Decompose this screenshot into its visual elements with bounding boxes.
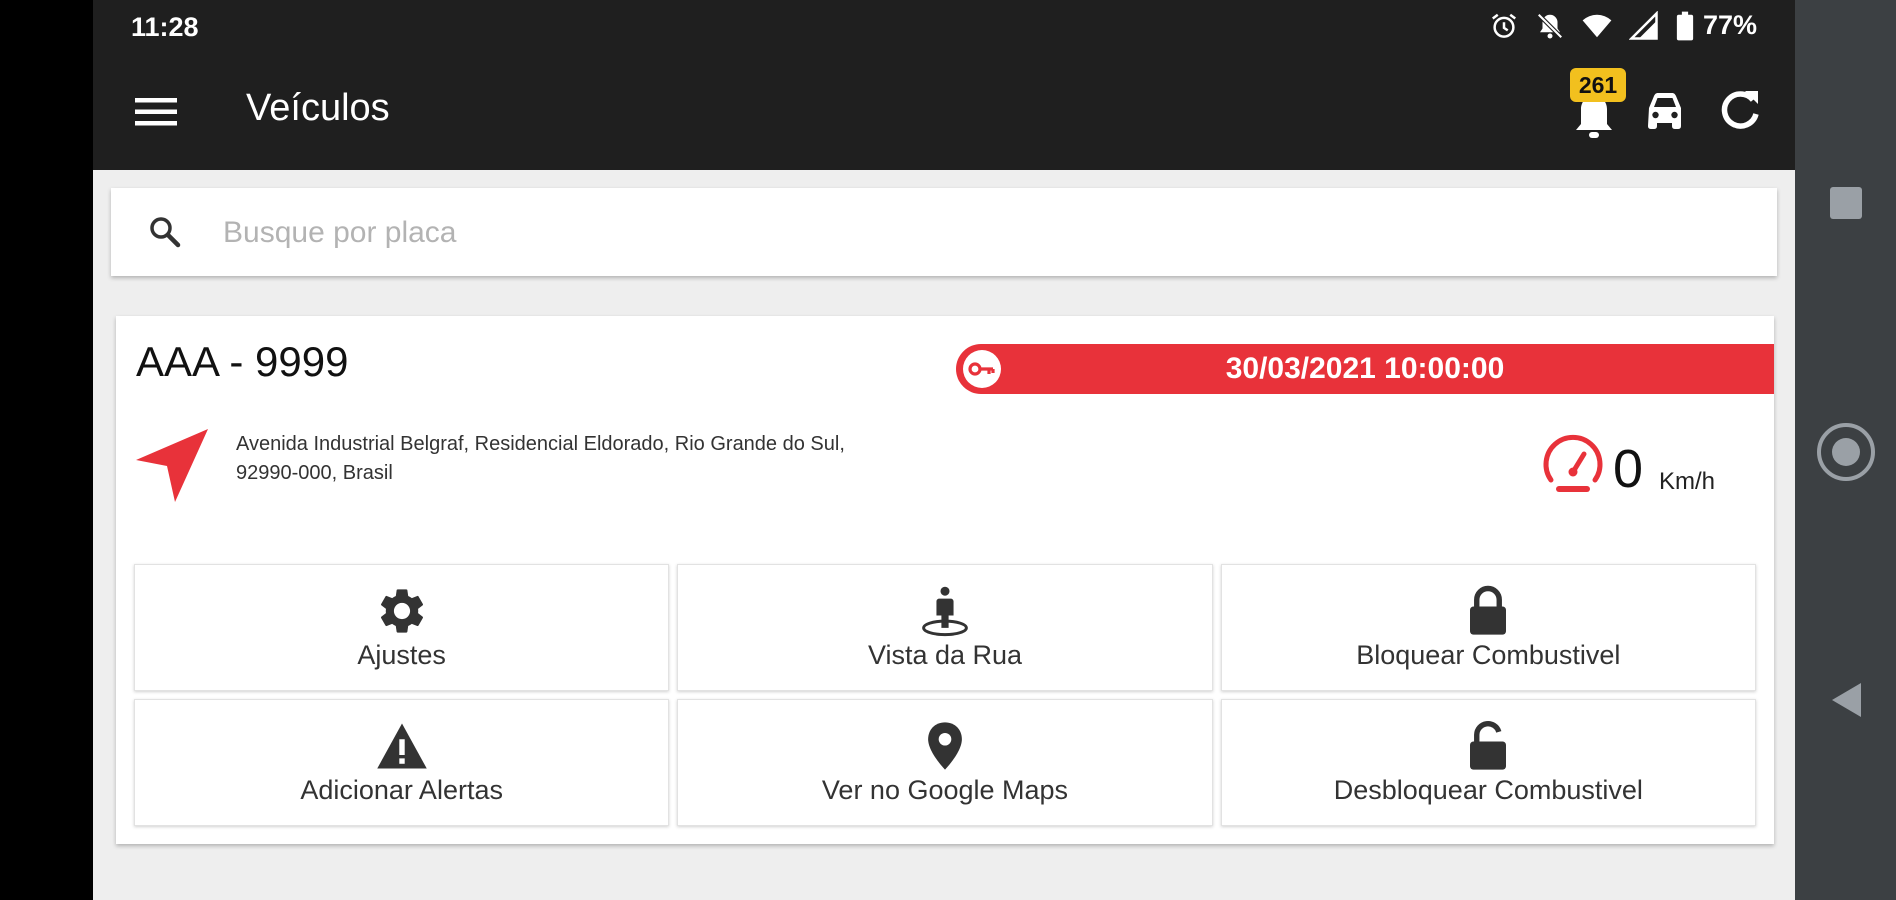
warning-icon bbox=[376, 723, 427, 769]
alarm-icon bbox=[1491, 13, 1516, 38]
speed-unit: Km/h bbox=[1659, 468, 1716, 495]
vehicle-plate: AAA - 9999 bbox=[136, 338, 349, 385]
action-label: Vista da Rua bbox=[867, 640, 1023, 670]
status-icons: 77% bbox=[1489, 10, 1757, 41]
navigation-arrow-icon bbox=[136, 429, 208, 502]
street-view-icon bbox=[922, 586, 968, 637]
unblock-fuel-button[interactable]: Desbloquear Combustivel bbox=[1220, 699, 1756, 826]
app-bar: Veículos 261 bbox=[93, 54, 1795, 170]
add-alerts-button[interactable]: Adicionar Alertas bbox=[134, 699, 670, 826]
wifi-icon bbox=[1582, 14, 1612, 37]
recents-button[interactable] bbox=[1830, 187, 1862, 219]
back-button[interactable] bbox=[1828, 680, 1864, 720]
speed-value: 0 bbox=[1613, 439, 1644, 499]
address-line-1: Avenida Industrial Belgraf, Residencial … bbox=[236, 433, 845, 455]
battery-icon bbox=[1676, 11, 1694, 40]
action-label: Ajustes bbox=[357, 640, 446, 670]
ignition-status-bar: 30/03/2021 10:00:00 bbox=[956, 344, 1774, 394]
address-line-2: 92990-000, Brasil bbox=[236, 462, 393, 484]
vehicle-card[interactable]: AAA - 9999 30/03/2021 10:00:00 Avenida I… bbox=[116, 316, 1774, 844]
action-label: Desbloquear Combustivel bbox=[1333, 775, 1643, 805]
street-view-button[interactable]: Vista da Rua bbox=[677, 564, 1213, 691]
block-fuel-button[interactable]: Bloquear Combustivel bbox=[1220, 564, 1756, 691]
search-input[interactable] bbox=[221, 206, 1725, 260]
gear-icon bbox=[380, 589, 423, 633]
notification-badge: 261 bbox=[1570, 68, 1626, 102]
car-icon[interactable] bbox=[1640, 88, 1690, 136]
app-screen: 11:28 77% Veículos 261 Busque por placa … bbox=[93, 0, 1795, 900]
cell-signal-icon bbox=[1628, 10, 1658, 40]
vehicle-actions-grid: Ajustes Vista da Rua Bloquear Combustive… bbox=[134, 564, 1756, 826]
map-pin-icon bbox=[928, 722, 962, 770]
speedometer-icon bbox=[1543, 434, 1603, 492]
search-icon bbox=[150, 217, 181, 248]
notifications-off-icon bbox=[1537, 12, 1563, 39]
action-label: Ver no Google Maps bbox=[821, 775, 1069, 805]
google-maps-button[interactable]: Ver no Google Maps bbox=[677, 699, 1213, 826]
home-button[interactable] bbox=[1815, 421, 1877, 483]
system-navigation-bar bbox=[1795, 0, 1896, 900]
status-time: 11:28 bbox=[131, 12, 199, 42]
search-bar bbox=[111, 188, 1777, 276]
key-icon bbox=[963, 350, 1001, 388]
left-black-bar bbox=[0, 0, 93, 900]
page-title: Veículos bbox=[246, 87, 390, 129]
action-label: Adicionar Alertas bbox=[300, 775, 503, 805]
refresh-icon[interactable] bbox=[1715, 86, 1765, 136]
hamburger-menu-icon[interactable] bbox=[133, 90, 179, 134]
battery-percent: 77% bbox=[1702, 10, 1757, 40]
action-label: Bloquear Combustivel bbox=[1356, 640, 1621, 670]
status-bar: 11:28 77% bbox=[93, 0, 1795, 54]
unlock-icon bbox=[1470, 721, 1507, 770]
vehicle-address: Avenida Industrial Belgraf, Residencial … bbox=[236, 430, 996, 488]
settings-button[interactable]: Ajustes bbox=[134, 564, 670, 691]
lock-icon bbox=[1470, 585, 1507, 635]
ignition-datetime: 30/03/2021 10:00:00 bbox=[1225, 352, 1505, 385]
